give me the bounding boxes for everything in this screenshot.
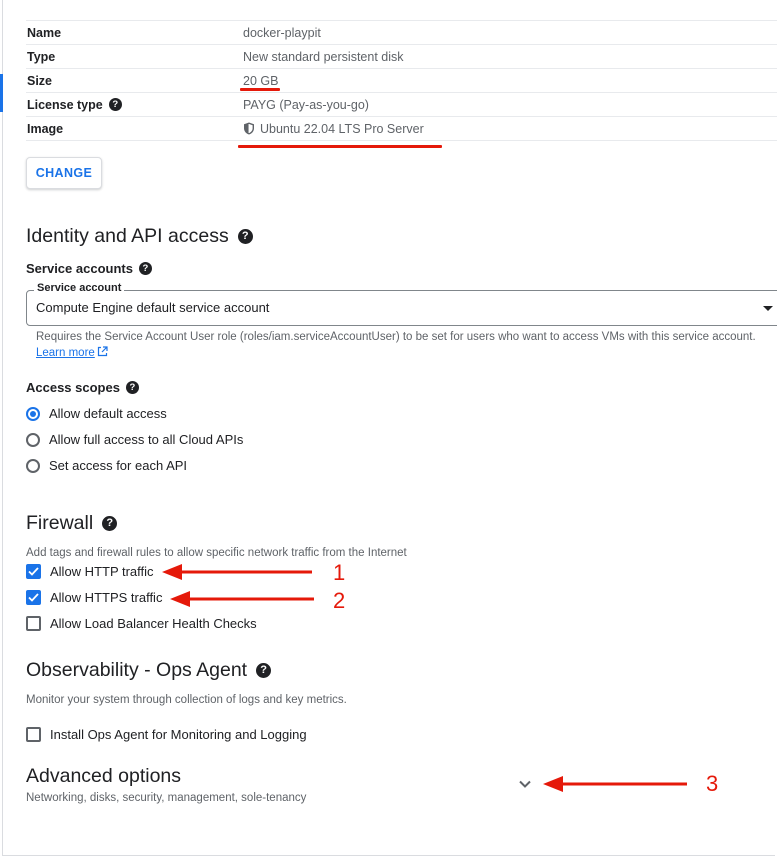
firewall-option-label: Allow HTTPS traffic <box>50 590 163 605</box>
firewall-option-label: Allow HTTP traffic <box>50 564 154 579</box>
access-scopes-label: Access scopes ? <box>26 380 139 395</box>
image-value: Ubuntu 22.04 LTS Pro Server <box>260 121 424 136</box>
scope-option-label: Set access for each API <box>49 458 188 473</box>
annotation-arrow-1 <box>162 564 312 580</box>
firewall-https-option[interactable]: Allow HTTPS traffic <box>26 590 162 605</box>
help-icon[interactable]: ? <box>108 98 122 111</box>
dropdown-arrow-icon <box>763 306 773 311</box>
disk-value: 20 GB <box>243 73 279 88</box>
annotation-underline-image <box>238 145 442 148</box>
radio-icon[interactable] <box>26 458 40 473</box>
disk-row-type: Type New standard persistent disk <box>26 44 777 68</box>
annotation-number-1: 1 <box>333 560 346 585</box>
annotation-number-3: 3 <box>706 771 719 796</box>
checkmark-icon <box>28 593 39 602</box>
service-account-select[interactable]: Service account Compute Engine default s… <box>26 282 777 326</box>
scope-option-each[interactable]: Set access for each API <box>26 458 187 473</box>
scope-option-label: Allow full access to all Cloud APIs <box>49 432 244 447</box>
external-link-icon <box>97 346 108 357</box>
access-scopes-text: Access scopes <box>26 380 120 395</box>
ops-agent-label: Install Ops Agent for Monitoring and Log… <box>50 727 307 742</box>
chevron-down-icon[interactable] <box>517 776 533 792</box>
checkbox-checked-icon[interactable] <box>26 564 41 579</box>
ops-agent-option[interactable]: Install Ops Agent for Monitoring and Log… <box>26 727 307 742</box>
identity-section-title: Identity and API access ? <box>26 225 253 248</box>
radio-icon[interactable] <box>26 432 40 447</box>
observability-title-text: Observability - Ops Agent <box>26 659 248 681</box>
scope-option-label: Allow default access <box>49 406 167 421</box>
firewall-section-title: Firewall ? <box>26 512 118 535</box>
shield-icon <box>244 122 254 135</box>
disk-row-size: Size 20 GB <box>26 68 777 92</box>
firewall-description: Add tags and firewall rules to allow spe… <box>26 547 407 559</box>
advanced-title-text: Advanced options <box>26 765 182 787</box>
annotation-number-2: 2 <box>333 588 346 613</box>
checkmark-icon <box>28 567 39 576</box>
help-icon[interactable]: ? <box>237 229 253 244</box>
firewall-http-option[interactable]: Allow HTTP traffic <box>26 564 154 579</box>
service-account-value: Compute Engine default service account <box>36 300 270 315</box>
observability-description: Monitor your system through collection o… <box>26 694 347 706</box>
radio-selected-icon[interactable] <box>26 406 40 421</box>
scope-option-full[interactable]: Allow full access to all Cloud APIs <box>26 432 243 447</box>
scope-option-default[interactable]: Allow default access <box>26 406 167 421</box>
disk-row-image: Image Ubuntu 22.04 LTS Pro Server <box>26 116 777 141</box>
disk-key: Name <box>27 25 62 40</box>
service-account-field-label: Service account <box>34 282 125 294</box>
firewall-title-text: Firewall <box>26 512 94 534</box>
annotation-underline-size <box>240 88 280 91</box>
help-icon[interactable]: ? <box>102 516 118 531</box>
disk-value: docker-playpit <box>243 25 321 40</box>
change-disk-button[interactable]: CHANGE <box>26 157 102 189</box>
help-icon[interactable]: ? <box>256 663 272 678</box>
checkbox-checked-icon[interactable] <box>26 590 41 605</box>
hint-text: Requires the Service Account User role (… <box>36 331 756 343</box>
disk-key: Type <box>27 49 56 64</box>
advanced-options-subtitle: Networking, disks, security, management,… <box>26 792 307 804</box>
help-icon[interactable]: ? <box>125 381 139 394</box>
checkbox-icon[interactable] <box>26 727 41 742</box>
checkbox-icon[interactable] <box>26 616 41 631</box>
disk-value-image: Ubuntu 22.04 LTS Pro Server <box>243 122 424 136</box>
disk-key-label: License type <box>27 97 103 112</box>
service-account-hint: Requires the Service Account User role (… <box>36 329 771 361</box>
annotation-arrow-2 <box>170 591 314 607</box>
disk-key-license: License type ? <box>26 98 243 112</box>
disk-value: New standard persistent disk <box>243 49 404 64</box>
annotation-arrow-3 <box>543 776 687 792</box>
observability-section-title: Observability - Ops Agent ? <box>26 659 272 682</box>
boot-disk-table: Name docker-playpit Type New standard pe… <box>26 20 777 141</box>
firewall-lb-option[interactable]: Allow Load Balancer Health Checks <box>26 616 257 631</box>
advanced-options-title[interactable]: Advanced options <box>26 765 181 788</box>
disk-row-name: Name docker-playpit <box>26 20 777 44</box>
disk-value: PAYG (Pay-as-you-go) <box>243 97 369 112</box>
identity-title-text: Identity and API access <box>26 225 229 247</box>
active-edge-indicator <box>0 74 3 112</box>
learn-more-link[interactable]: Learn more <box>36 347 95 359</box>
service-accounts-label: Service accounts ? <box>26 261 152 276</box>
disk-row-license: License type ? PAYG (Pay-as-you-go) <box>26 92 777 116</box>
firewall-option-label: Allow Load Balancer Health Checks <box>50 616 257 631</box>
service-accounts-text: Service accounts <box>26 261 133 276</box>
disk-key: Size <box>27 73 53 88</box>
help-icon[interactable]: ? <box>138 262 152 275</box>
disk-key: Image <box>27 121 64 136</box>
